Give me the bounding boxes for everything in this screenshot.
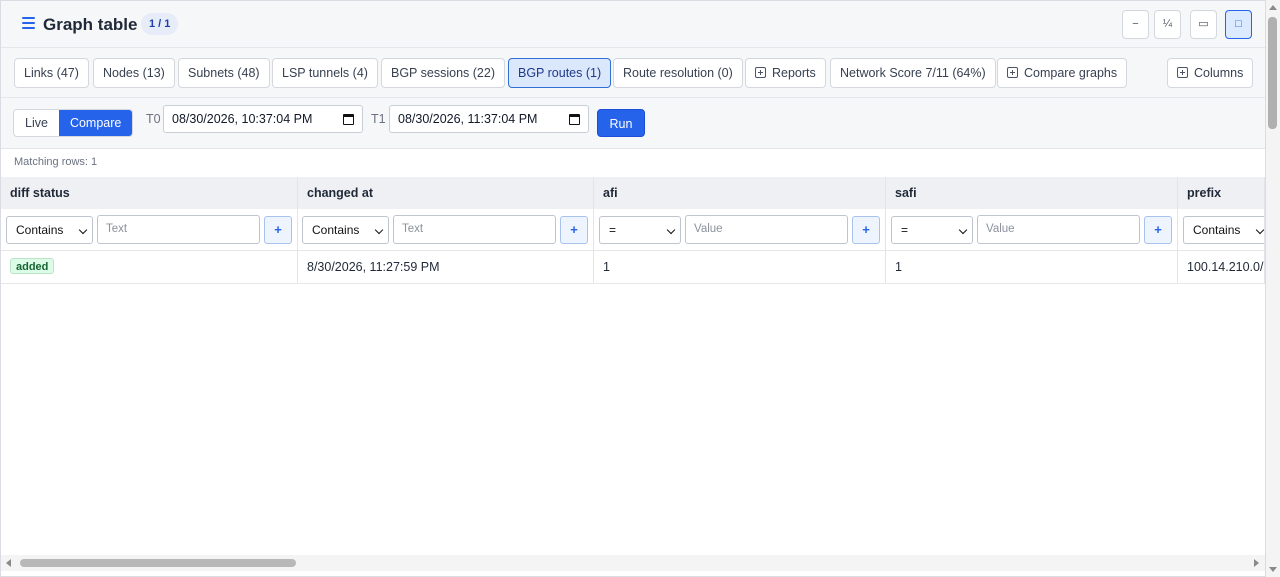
tab-route-resolution[interactable]: Route resolution (0) <box>613 58 743 88</box>
half-size-button[interactable]: ▭ <box>1190 10 1217 39</box>
t0-datetime-input[interactable]: 08/30/2026, 10:37:04 PM <box>163 105 363 133</box>
table-cell-prefix: 100.14.210.0/24 <box>1178 251 1265 284</box>
panel-header: Graph table 1 / 1 − ¼ ▭ □ <box>1 1 1265 48</box>
filter-safi: = Value + <box>886 209 1178 251</box>
minimize-button[interactable]: − <box>1122 10 1149 39</box>
add-filter-button[interactable]: + <box>852 216 880 244</box>
matching-rows-count: Matching rows: 1 <box>14 156 98 168</box>
filter-diff-status: Contains Text + <box>1 209 298 251</box>
filter-text-input[interactable]: Text <box>393 215 556 244</box>
filter-operator-select[interactable]: Contains <box>302 216 389 244</box>
page-count-badge: 1 / 1 <box>141 13 179 35</box>
scroll-right-icon[interactable] <box>1254 559 1259 567</box>
table-cell-afi: 1 <box>594 251 886 284</box>
status-badge: added <box>10 258 55 274</box>
chevron-down-icon <box>666 225 676 235</box>
hamburger-menu-icon[interactable] <box>22 17 35 29</box>
filter-prefix: Contains <box>1178 209 1265 251</box>
filter-operator-value: Contains <box>1193 223 1241 237</box>
columns-button[interactable]: Columns <box>1167 58 1254 88</box>
add-filter-button[interactable]: + <box>560 216 588 244</box>
chevron-down-icon <box>958 225 968 235</box>
filter-operator-select[interactable]: = <box>891 216 973 244</box>
plus-square-icon <box>755 67 766 78</box>
horizontal-scroll-thumb[interactable] <box>20 559 296 567</box>
plus-square-icon <box>1177 67 1188 78</box>
tab-nodes[interactable]: Nodes (13) <box>93 58 175 88</box>
chevron-down-icon <box>78 225 88 235</box>
tab-reports[interactable]: Reports <box>745 58 826 88</box>
tab-bgp-routes[interactable]: BGP routes (1) <box>508 58 612 88</box>
add-filter-button[interactable]: + <box>1144 216 1172 244</box>
scroll-up-icon[interactable] <box>1269 5 1277 10</box>
filter-text-input[interactable]: Text <box>97 215 260 244</box>
mode-toggle: Live Compare <box>13 109 134 137</box>
chevron-down-icon <box>1255 225 1264 235</box>
t1-value: 08/30/2026, 11:37:04 PM <box>398 112 538 126</box>
vertical-scrollbar[interactable] <box>1266 0 1280 577</box>
filter-value-input[interactable]: Value <box>685 215 848 244</box>
t0-value: 08/30/2026, 10:37:04 PM <box>172 112 313 126</box>
column-header-prefix[interactable]: prefix <box>1178 177 1265 209</box>
column-header-afi[interactable]: afi <box>594 177 886 209</box>
columns-button-label: Columns <box>1194 66 1244 80</box>
tab-reports-label: Reports <box>772 66 816 80</box>
t0-label: T0 <box>146 112 161 126</box>
filter-operator-select[interactable]: Contains <box>6 216 93 244</box>
add-filter-button[interactable]: + <box>264 216 292 244</box>
tab-subnets[interactable]: Subnets (48) <box>178 58 270 88</box>
filter-operator-value: Contains <box>312 223 360 237</box>
filter-operator-select[interactable]: Contains <box>1183 216 1264 244</box>
tab-network-score[interactable]: Network Score 7/11 (64%) <box>830 58 996 88</box>
horizontal-scrollbar[interactable] <box>1 555 1265 571</box>
tab-compare-graphs[interactable]: Compare graphs <box>997 58 1128 88</box>
column-header-diff-status[interactable]: diff status <box>1 177 298 209</box>
tab-links[interactable]: Links (47) <box>14 58 89 88</box>
t1-label: T1 <box>371 112 386 126</box>
table-cell-diff-status: added <box>1 251 298 284</box>
table-cell-changed-at: 8/30/2026, 11:27:59 PM <box>298 251 594 284</box>
run-button[interactable]: Run <box>597 109 645 137</box>
filter-operator-value: = <box>609 223 617 237</box>
table-cell-safi: 1 <box>886 251 1178 284</box>
live-mode-button[interactable]: Live <box>14 110 59 136</box>
filter-operator-value: Contains <box>16 223 64 237</box>
vertical-scroll-thumb[interactable] <box>1268 17 1277 129</box>
calendar-icon[interactable] <box>343 114 354 125</box>
compare-mode-button[interactable]: Compare <box>58 110 133 136</box>
filter-operator-select[interactable]: = <box>599 216 681 244</box>
column-header-safi[interactable]: safi <box>886 177 1178 209</box>
quarter-size-button[interactable]: ¼ <box>1154 10 1181 39</box>
page-title: Graph table <box>43 15 138 34</box>
tab-bar: Links (47) Nodes (13) Subnets (48) LSP t… <box>1 48 1265 98</box>
tab-bgp-sessions[interactable]: BGP sessions (22) <box>381 58 505 88</box>
tab-compare-graphs-label: Compare graphs <box>1024 66 1118 80</box>
tab-lsp-tunnels[interactable]: LSP tunnels (4) <box>272 58 378 88</box>
filter-operator-value: = <box>901 223 909 237</box>
graph-table-panel: Graph table 1 / 1 − ¼ ▭ □ Links (47) Nod… <box>0 0 1266 577</box>
scroll-left-icon[interactable] <box>6 559 11 567</box>
plus-square-icon <box>1007 67 1018 78</box>
calendar-icon[interactable] <box>569 114 580 125</box>
scroll-down-icon[interactable] <box>1269 567 1277 572</box>
filter-value-input[interactable]: Value <box>977 215 1140 244</box>
filter-changed-at: Contains Text + <box>298 209 594 251</box>
column-header-changed-at[interactable]: changed at <box>298 177 594 209</box>
t1-datetime-input[interactable]: 08/30/2026, 11:37:04 PM <box>389 105 589 133</box>
filter-afi: = Value + <box>594 209 886 251</box>
chevron-down-icon <box>374 225 384 235</box>
maximize-button[interactable]: □ <box>1225 10 1252 39</box>
